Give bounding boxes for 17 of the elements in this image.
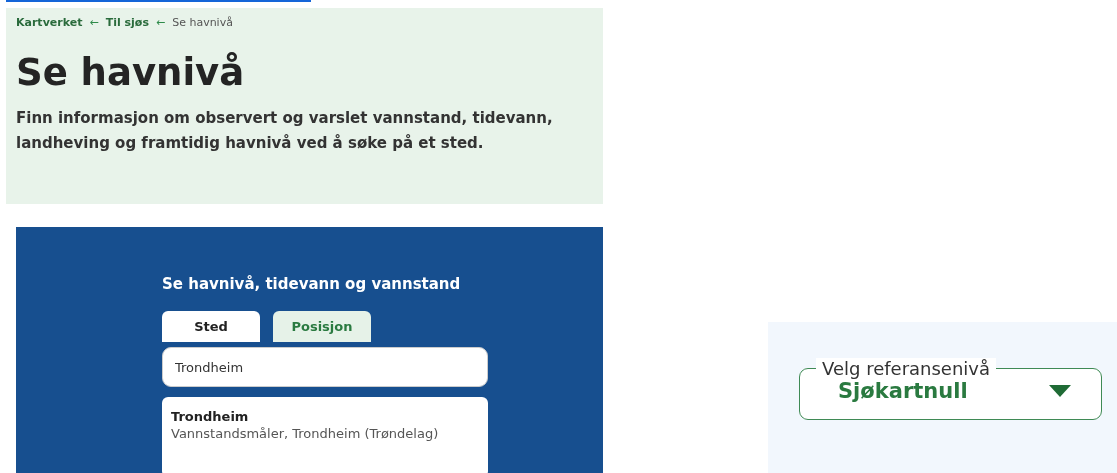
- intro-text: Finn informasjon om observert og varslet vannstand, tidevann, landheving og framtidig havnivå ved å søke på et sted.: [16, 108, 554, 154]
- caret-icon: [1049, 385, 1071, 397]
- reference-select[interactable]: Velg referansenivå Sjøkartnull: [799, 358, 1102, 420]
- search-field[interactable]: Trondheim: [162, 347, 488, 387]
- panel-heading: Se havnivå, tidevann og vannstand: [162, 275, 462, 293]
- select-label: Velg referansenivå: [816, 358, 996, 379]
- page-title: Se havnivå: [16, 51, 246, 94]
- breadcrumb-link[interactable]: Til sjøs: [105, 16, 149, 29]
- select-value: Sjøkartnull: [838, 379, 968, 403]
- tab[interactable]: Posisjon: [273, 311, 371, 342]
- suggestion-subtitle: Vannstandsmåler, Trondheim (Trøndelag): [171, 426, 440, 441]
- breadcrumb-separator: ←: [89, 16, 99, 29]
- breadcrumb-link[interactable]: Kartverket: [16, 16, 83, 29]
- tab[interactable]: Sted: [162, 311, 260, 342]
- suggestion-title[interactable]: Trondheim: [171, 409, 479, 424]
- breadcrumb-separator: ←: [155, 16, 166, 29]
- breadcrumb-current: Se havnivå: [172, 16, 233, 29]
